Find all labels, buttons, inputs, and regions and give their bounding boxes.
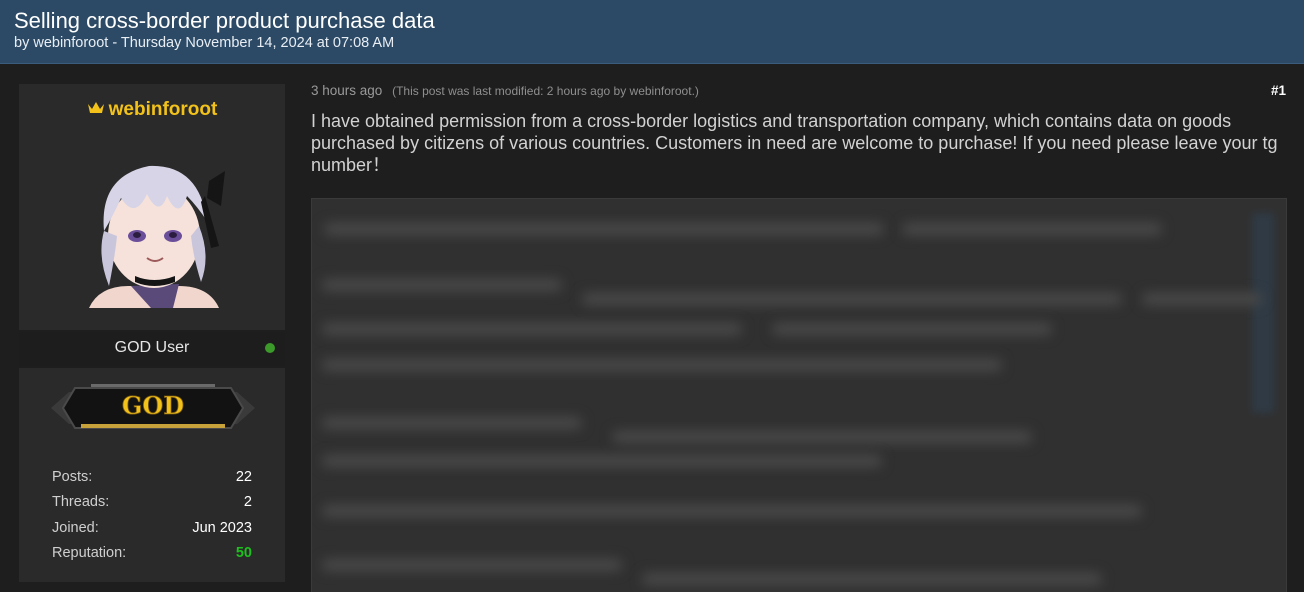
stat-label: Joined: [52,519,99,536]
author-username-link[interactable]: webinforoot [19,99,285,121]
post-number-link[interactable]: #1 [1271,83,1286,98]
blurred-text-line [642,573,1102,585]
user-rank-title: GOD User [114,339,190,356]
thread-header: Selling cross-border product purchase da… [0,0,1304,64]
blurred-text-line [322,455,882,467]
blurred-text-line [902,223,1162,235]
god-rank-badge: GOD [51,384,255,429]
rank-bar: GOD User [19,332,285,366]
stat-row-joined: Joined: Jun 2023 [52,520,252,545]
post-modified-note: (This post was last modified: 2 hours ag… [392,84,699,98]
post-time: 3 hours ago [311,83,383,98]
blurred-text-line [322,359,1002,371]
author-profile: webinforoot [19,84,285,330]
blurred-text-line [324,223,884,235]
blurred-text-line [772,323,1052,335]
blurred-text-line [1142,293,1262,305]
blurred-text-line [322,559,622,571]
blurred-scrollbar [1252,213,1274,413]
blurred-text-line [582,293,1122,305]
stat-label: Threads: [52,494,110,511]
author-stats: Posts: 22 Threads: 2 Joined: Jun 2023 Re… [52,469,252,570]
post-body-text: I have obtained permission from a cross-… [311,111,1278,175]
author-stats-panel: GOD Posts: 22 Threads: 2 Joined: Jun 202… [19,368,285,582]
blurred-text-line [322,417,582,429]
crown-icon [87,102,104,113]
blurred-screenshot-image[interactable] [311,198,1287,592]
author-username: webinforoot [108,99,218,120]
reputation-value[interactable]: 50 [236,545,252,561]
blurred-text-line [322,279,562,291]
blurred-text-line [322,505,1142,517]
stat-row-threads: Threads: 2 [52,494,252,519]
online-status-indicator [265,343,275,353]
blurred-text-line [612,431,1032,443]
stat-value: Jun 2023 [192,519,252,536]
thread-byline: by webinforoot - Thursday November 14, 2… [14,35,395,51]
author-panel: webinforoot GOD User GOD Posts: 22 Threa… [19,84,285,582]
blurred-text-line [322,323,742,335]
thread-title: Selling cross-border product purchase da… [14,8,435,33]
stat-value: 22 [235,469,252,485]
stat-label: Reputation: [52,544,127,561]
stat-row-reputation: Reputation: 50 [52,545,252,570]
stat-label: Posts: [52,469,93,485]
author-avatar[interactable] [69,136,239,308]
post-meta: 3 hours ago (This post was last modified… [311,83,699,98]
stat-value: 2 [243,494,252,511]
god-badge-text: GOD [122,391,184,420]
stat-row-posts: Posts: 22 [52,469,252,494]
